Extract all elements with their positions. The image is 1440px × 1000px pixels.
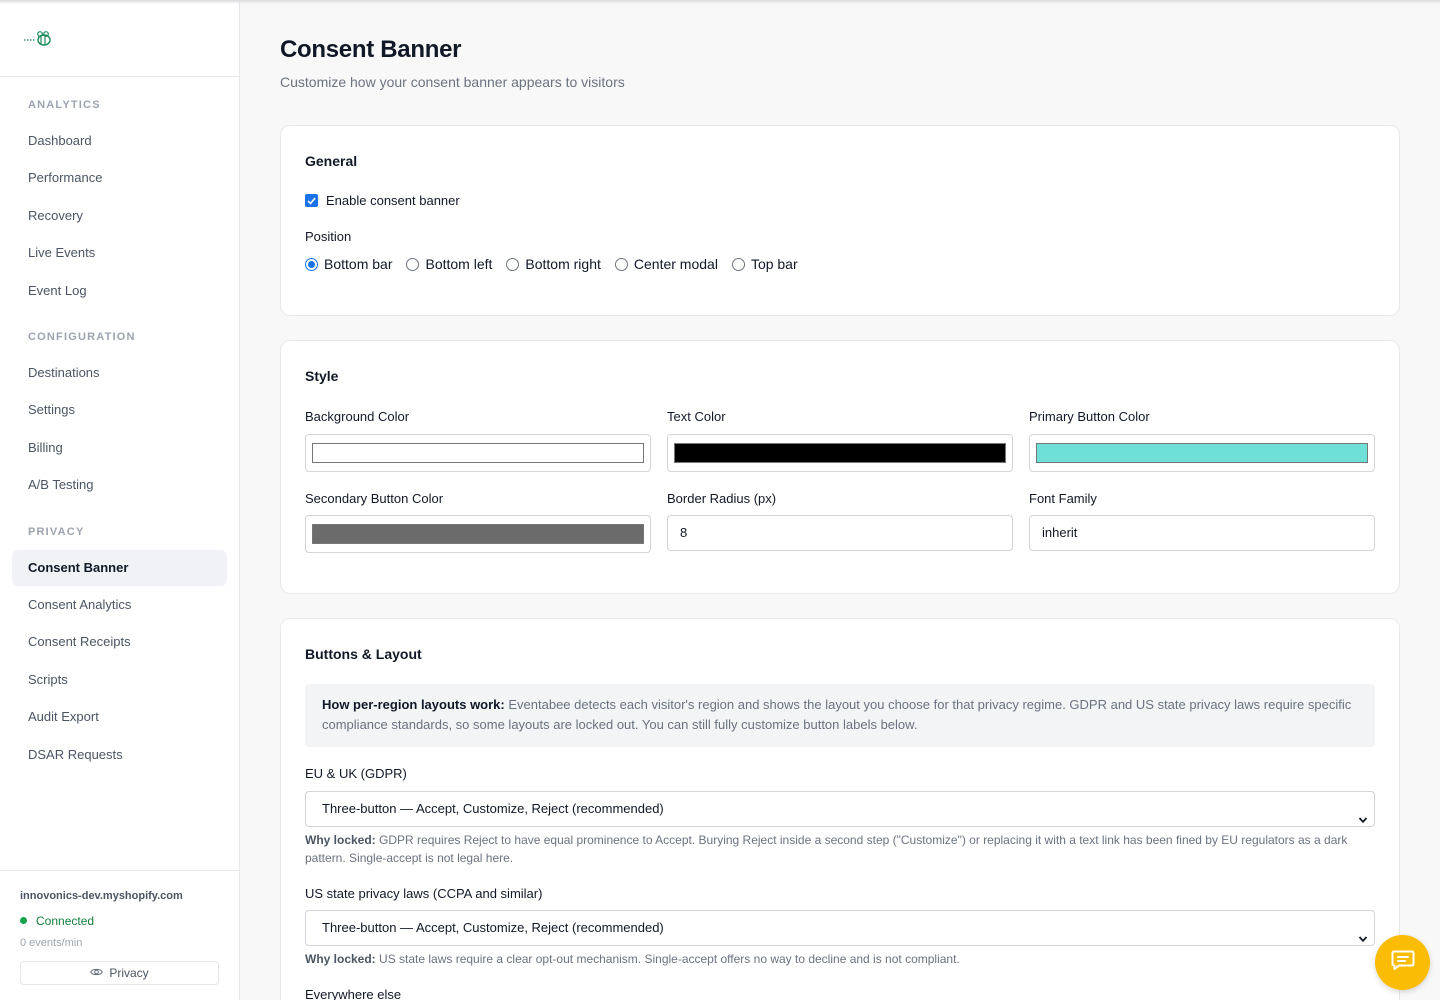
eu-uk-select-value: Three-button — Accept, Customize, Reject…: [322, 801, 664, 816]
chevron-down-icon: [1358, 804, 1368, 824]
background-color-label: Background Color: [305, 409, 410, 424]
position-option-center-modal[interactable]: Center modal: [614, 256, 718, 272]
eu-help-body: GDPR requires Reject to have equal promi…: [305, 833, 1348, 865]
us-state-label: US state privacy laws (CCPA and similar): [305, 886, 543, 901]
position-option-top-bar[interactable]: Top bar: [731, 256, 798, 272]
status-dot-icon: [20, 917, 27, 924]
border-radius-label: Border Radius (px): [667, 491, 777, 506]
sidebar-item-consent-banner[interactable]: Consent Banner: [12, 550, 227, 586]
chat-launcher-button[interactable]: [1375, 935, 1430, 990]
radio-label: Center modal: [633, 256, 718, 272]
enable-banner-row[interactable]: Enable consent banner: [305, 193, 460, 208]
us-help-heading: Why locked:: [305, 952, 376, 966]
background-color-swatch: [312, 443, 644, 463]
eye-icon: [90, 966, 104, 980]
sidebar: ANALYTICS Dashboard Performance Recovery…: [0, 0, 240, 1000]
position-option-bottom-bar[interactable]: Bottom bar: [305, 256, 392, 272]
sidebar-item-billing[interactable]: Billing: [12, 430, 227, 466]
buttons-layout-card-title: Buttons & Layout: [305, 646, 422, 662]
eu-uk-label: EU & UK (GDPR): [305, 766, 407, 781]
sidebar-item-dashboard[interactable]: Dashboard: [12, 123, 227, 159]
nav-section-analytics: ANALYTICS: [28, 99, 101, 111]
enable-banner-label: Enable consent banner: [326, 193, 460, 208]
sidebar-item-ab-testing[interactable]: A/B Testing: [12, 467, 227, 503]
general-card: General Enable consent banner Position B…: [280, 125, 1400, 316]
privacy-button[interactable]: Privacy: [20, 961, 219, 985]
border-radius-input[interactable]: 8: [667, 515, 1013, 551]
sidebar-item-dsar-requests[interactable]: DSAR Requests: [12, 737, 227, 773]
info-heading: How per-region layouts work:: [322, 697, 505, 712]
privacy-button-label: Privacy: [109, 966, 149, 980]
text-color-swatch: [674, 443, 1006, 463]
secondary-button-color-swatch: [312, 524, 644, 544]
main-content: Consent Banner Customize how your consen…: [240, 0, 1440, 1000]
events-rate: 0 events/min: [20, 937, 83, 949]
logo-area: [0, 0, 239, 77]
radio-label: Top bar: [750, 256, 798, 272]
sidebar-item-settings[interactable]: Settings: [12, 392, 227, 428]
radio-label: Bottom bar: [324, 256, 393, 272]
secondary-button-color-picker[interactable]: [305, 515, 651, 553]
style-card-title: Style: [305, 368, 339, 384]
radio-label: Bottom left: [425, 256, 493, 272]
radio[interactable]: [406, 257, 420, 271]
sidebar-item-audit-export[interactable]: Audit Export: [12, 699, 227, 735]
general-card-title: General: [305, 153, 358, 169]
radio-label: Bottom right: [525, 256, 601, 272]
sidebar-item-consent-analytics[interactable]: Consent Analytics: [12, 587, 227, 623]
font-family-label: Font Family: [1029, 491, 1097, 506]
position-option-bottom-left[interactable]: Bottom left: [406, 256, 492, 272]
sidebar-item-destinations[interactable]: Destinations: [12, 355, 227, 391]
sidebar-item-live-events[interactable]: Live Events: [12, 235, 227, 271]
us-state-help-text: Why locked: US state laws require a clea…: [305, 950, 1365, 968]
everywhere-else-label: Everywhere else: [305, 987, 402, 1000]
radio[interactable]: [614, 257, 628, 271]
style-card: Style Background Color Text Color Primar…: [280, 340, 1400, 594]
sidebar-item-scripts[interactable]: Scripts: [12, 662, 227, 698]
page-title: Consent Banner: [280, 36, 462, 63]
sidebar-item-event-log[interactable]: Event Log: [12, 273, 227, 309]
position-label: Position: [305, 229, 352, 244]
per-region-info-box: How per-region layouts work: Eventabee d…: [305, 684, 1375, 747]
text-color-picker[interactable]: [667, 434, 1013, 472]
shop-domain: innovonics-dev.myshopify.com: [20, 890, 183, 902]
nav-section-privacy: PRIVACY: [28, 526, 85, 538]
us-state-layout-select[interactable]: Three-button — Accept, Customize, Reject…: [305, 910, 1375, 946]
bee-logo-icon[interactable]: [24, 30, 54, 48]
radio[interactable]: [506, 257, 520, 271]
sidebar-item-performance[interactable]: Performance: [12, 160, 227, 196]
page-subtitle: Customize how your consent banner appear…: [280, 74, 625, 90]
primary-button-color-picker[interactable]: [1029, 434, 1375, 472]
nav-section-configuration: CONFIGURATION: [28, 331, 136, 343]
sidebar-item-consent-receipts[interactable]: Consent Receipts: [12, 624, 227, 660]
sidebar-footer: innovonics-dev.myshopify.com Connected 0…: [0, 870, 239, 1000]
secondary-button-color-label: Secondary Button Color: [305, 491, 444, 506]
eu-uk-layout-select[interactable]: Three-button — Accept, Customize, Reject…: [305, 791, 1375, 827]
chat-bubble-icon: [1391, 949, 1415, 976]
radio-selected[interactable]: [305, 257, 318, 271]
sidebar-item-recovery[interactable]: Recovery: [12, 198, 227, 234]
eu-help-heading: Why locked:: [305, 833, 376, 847]
background-color-picker[interactable]: [305, 434, 651, 472]
enable-banner-checkbox[interactable]: [305, 194, 318, 207]
top-shadow: [0, 0, 1440, 4]
primary-button-color-swatch: [1036, 443, 1368, 463]
radio[interactable]: [731, 257, 745, 271]
position-option-bottom-right[interactable]: Bottom right: [506, 256, 601, 272]
primary-button-color-label: Primary Button Color: [1029, 409, 1150, 424]
chevron-down-icon: [1358, 923, 1368, 943]
eu-uk-help-text: Why locked: GDPR requires Reject to have…: [305, 831, 1365, 867]
text-color-label: Text Color: [667, 409, 726, 424]
position-radio-group: Bottom bar Bottom left Bottom right Cent…: [305, 256, 812, 272]
connection-status: Connected: [36, 914, 95, 928]
font-family-input[interactable]: inherit: [1029, 515, 1375, 551]
buttons-layout-card: Buttons & Layout How per-region layouts …: [280, 618, 1400, 1000]
us-state-select-value: Three-button — Accept, Customize, Reject…: [322, 920, 664, 935]
us-help-body: US state laws require a clear opt-out me…: [375, 952, 960, 966]
